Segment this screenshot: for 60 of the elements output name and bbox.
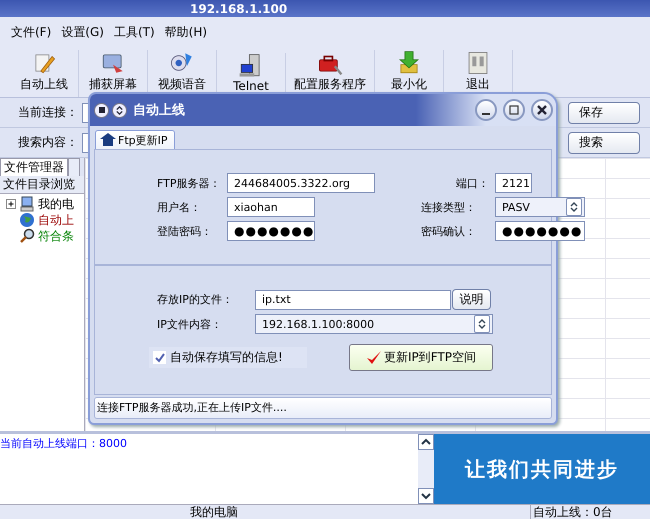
status-text: 连接FTP服务器成功,正在上传IP文件.... bbox=[94, 397, 552, 419]
password-field[interactable]: ●●●●●●● bbox=[227, 221, 315, 241]
menu-item[interactable]: 文件(F) bbox=[8, 22, 54, 42]
field-label: 存放IP的文件： bbox=[157, 292, 234, 307]
input-field[interactable]: 2121 bbox=[495, 173, 532, 193]
close-button[interactable] bbox=[531, 99, 553, 121]
input-field[interactable]: xiaohan bbox=[227, 197, 315, 217]
scroll-down-icon[interactable] bbox=[418, 488, 434, 504]
dropdown[interactable]: 192.168.1.100:8000 bbox=[255, 314, 493, 334]
field-label: FTP服务器： bbox=[157, 176, 222, 190]
tree-item[interactable]: 符合条 bbox=[38, 228, 74, 244]
panel-header: 文件目录浏览 bbox=[0, 176, 84, 194]
maximize-button[interactable] bbox=[503, 99, 525, 121]
checkbox[interactable] bbox=[153, 351, 166, 364]
update-button[interactable]: 更新IP到FTP空间 bbox=[349, 344, 493, 371]
search-label: 搜索内容： bbox=[18, 134, 78, 151]
field-label: 连接类型： bbox=[420, 200, 477, 214]
expand-icon[interactable] bbox=[6, 199, 16, 209]
field-label: 登陆密码： bbox=[157, 224, 213, 238]
globe-icon bbox=[19, 212, 35, 228]
field-label: IP文件内容： bbox=[157, 316, 223, 332]
menu-item[interactable]: 帮助(H) bbox=[162, 22, 210, 42]
computer-icon bbox=[19, 196, 35, 212]
checkmark-icon bbox=[366, 350, 382, 366]
input-field[interactable]: 244684005.3322.org bbox=[227, 173, 375, 193]
tab[interactable]: 文件管理器 bbox=[0, 158, 68, 176]
menu-item[interactable]: 工具(T) bbox=[110, 22, 158, 42]
status-text: 自动上线：0台 bbox=[530, 505, 613, 519]
rollup-button[interactable] bbox=[112, 102, 127, 118]
dialog-title: 自动上线 bbox=[133, 102, 185, 119]
minimize-button[interactable] bbox=[475, 99, 497, 121]
minimize-icon bbox=[482, 113, 490, 115]
scrollbar[interactable] bbox=[418, 434, 434, 504]
field-label: 密码确认： bbox=[420, 224, 477, 238]
status-text: 我的电脑 bbox=[189, 505, 239, 519]
dropdown[interactable]: PASV bbox=[495, 197, 585, 217]
tree-item[interactable]: 我的电 bbox=[38, 196, 74, 212]
maximize-icon bbox=[508, 104, 520, 116]
toolbar-button[interactable]: 自动上线 bbox=[10, 50, 79, 97]
up-down-icon bbox=[115, 106, 124, 114]
checkbox-label: 自动保存填写的信息! bbox=[170, 349, 283, 366]
tab[interactable]: Ftp更新IP bbox=[95, 130, 174, 149]
menu-item[interactable]: 设置(G) bbox=[58, 22, 107, 42]
banner: 让我们共同进步 bbox=[434, 434, 650, 504]
input-field[interactable]: ip.txt bbox=[255, 290, 451, 310]
magnifier-icon bbox=[19, 228, 35, 244]
save-button[interactable]: 保存 bbox=[568, 102, 640, 124]
close-icon bbox=[536, 104, 548, 116]
explain-button[interactable]: 说明 bbox=[452, 289, 491, 310]
password-field[interactable]: ●●●●●●● bbox=[495, 221, 585, 241]
search-button[interactable]: 搜索 bbox=[568, 132, 640, 154]
window-title: 192.168.1.100 bbox=[190, 2, 288, 17]
field-label: 端口： bbox=[455, 176, 490, 190]
connection-label: 当前连接： bbox=[18, 104, 78, 121]
field-label: 用户名： bbox=[157, 200, 202, 214]
tree-item[interactable]: 自动上 bbox=[38, 212, 74, 228]
menu-button[interactable] bbox=[94, 102, 109, 118]
square-icon bbox=[98, 107, 104, 113]
log-text: 当前自动上线端口：8000 bbox=[0, 437, 127, 450]
scroll-up-icon[interactable] bbox=[418, 434, 434, 450]
